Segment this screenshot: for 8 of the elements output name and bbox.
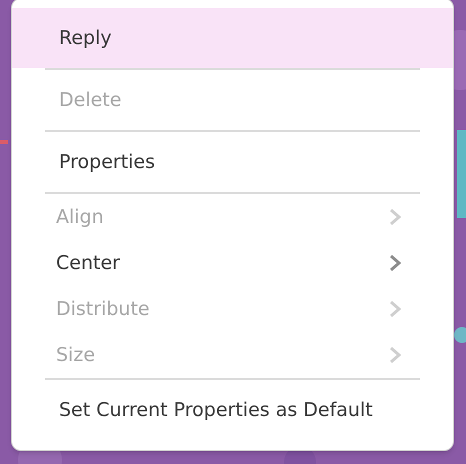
chevron-right-icon	[389, 300, 401, 318]
menu-item[interactable]: Set Current Properties as Default	[12, 380, 453, 440]
chevron-right-icon	[389, 346, 401, 364]
menu-item[interactable]: Center	[12, 240, 453, 286]
chevron-right-icon	[389, 254, 401, 272]
chevron-right-icon	[389, 208, 401, 226]
menu-item[interactable]: Properties	[12, 132, 453, 192]
menu-item[interactable]: Reply	[12, 8, 453, 68]
